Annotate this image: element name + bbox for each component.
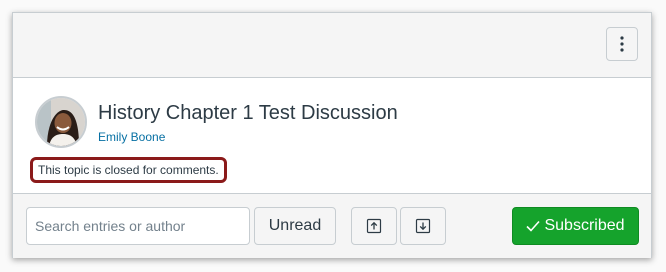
discussion-page: History Chapter 1 Test Discussion Emily … [0, 0, 666, 272]
author-avatar[interactable] [35, 96, 87, 148]
topic-title: History Chapter 1 Test Discussion [98, 102, 398, 124]
subscribed-toggle-button[interactable]: Subscribed [512, 207, 639, 245]
subscribed-button-label: Subscribed [544, 217, 625, 234]
arrow-down-to-line-icon [415, 218, 431, 234]
unread-button-label: Unread [268, 217, 322, 234]
discussion-topic-body: History Chapter 1 Test Discussion Emily … [13, 78, 651, 193]
avatar-photo-icon [37, 98, 85, 146]
discussion-card: History Chapter 1 Test Discussion Emily … [12, 12, 652, 258]
search-entries-input[interactable] [26, 207, 250, 245]
checkmark-icon [526, 220, 541, 232]
author-name-link[interactable]: Emily Boone [98, 130, 165, 144]
arrow-up-to-line-icon [366, 218, 382, 234]
more-options-button[interactable] [606, 27, 638, 61]
scroll-to-bottom-button[interactable] [400, 207, 446, 245]
unread-filter-button[interactable]: Unread [254, 207, 336, 245]
kebab-vertical-icon [620, 36, 624, 52]
closed-for-comments-note: This topic is closed for comments. [30, 157, 227, 183]
discussion-toolbar: Unread Subscribed [13, 193, 651, 258]
discussion-header-bar [13, 13, 651, 78]
scroll-to-top-button[interactable] [351, 207, 397, 245]
